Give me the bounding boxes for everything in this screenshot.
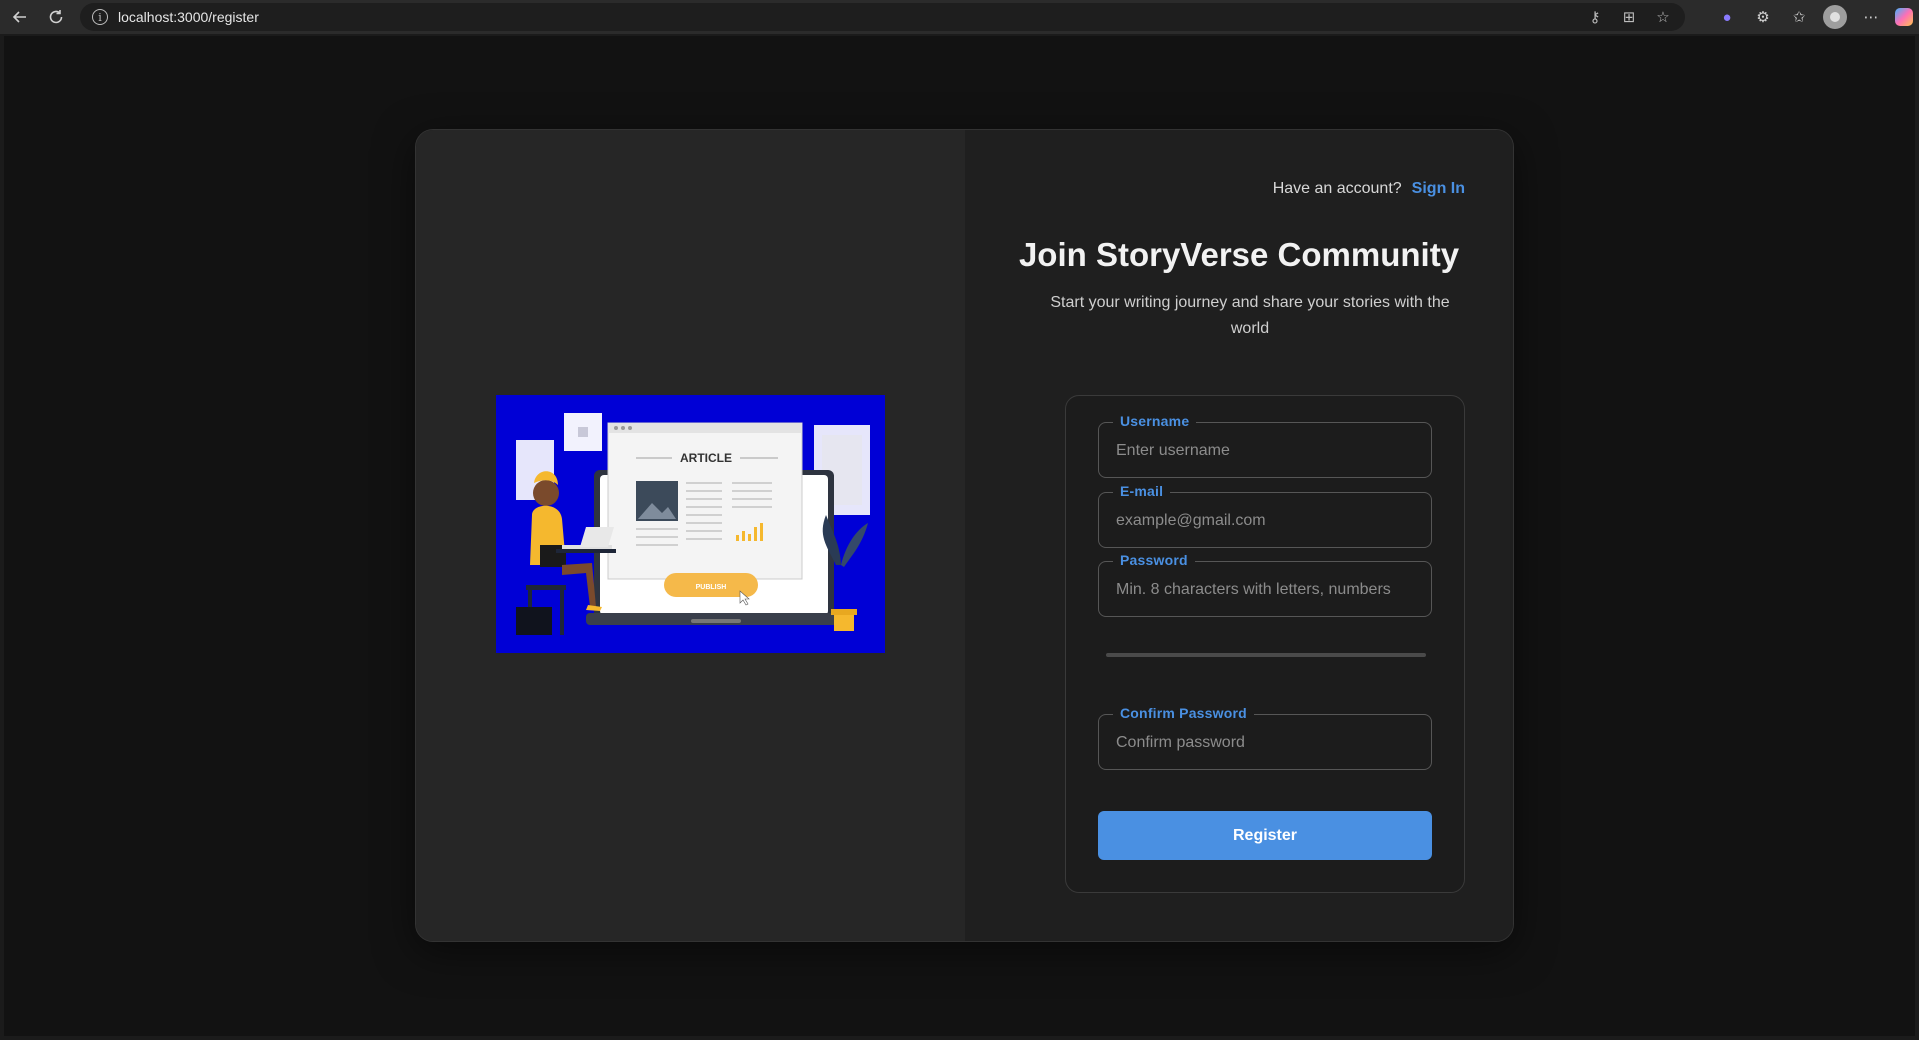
extensions-icon[interactable]: ⚙ [1751,5,1775,29]
arrow-left-icon [12,11,26,23]
username-input[interactable] [1099,423,1431,477]
app-available-icon[interactable]: ⊞ [1619,7,1639,27]
refresh-icon [49,10,63,24]
page-subtitle: Start your writing journey and share you… [1050,294,1450,337]
illustration-pane: ARTICLE PUBLISH [416,130,965,941]
page-body: ARTICLE PUBLISH Have an account? Sign In… [4,36,1915,1036]
password-strength-bar [1106,653,1426,657]
browser-toolbar: i localhost:3000/register ⚷ ⊞ ☆ ● ⚙ ✩ ⋯ [0,0,1919,34]
article-heading-label: ARTICLE [680,451,732,465]
username-field: Username [1098,413,1432,478]
have-account-text: Have an account? [1272,180,1402,197]
favorites-icon[interactable]: ✩ [1787,5,1811,29]
copilot-drop-icon[interactable]: ● [1715,5,1739,29]
url-text: localhost:3000/register [118,9,259,25]
favorite-star-icon[interactable]: ☆ [1653,7,1673,27]
sign-in-link[interactable]: Sign In [1412,180,1465,197]
more-menu-icon[interactable]: ⋯ [1859,5,1883,29]
refresh-button[interactable] [38,2,74,32]
password-field: Password [1098,552,1432,617]
sign-in-prompt: Have an account? Sign In [1273,180,1465,198]
publish-button-label: PUBLISH [696,584,727,591]
form-pane: Have an account? Sign In Join StoryVerse … [965,130,1513,941]
page-title: Join StoryVerse Community [1018,236,1460,273]
publish-article-illustration: ARTICLE PUBLISH [496,395,885,653]
password-input[interactable] [1099,562,1431,616]
confirm-password-field: Confirm Password [1098,705,1432,770]
key-icon[interactable]: ⚷ [1585,7,1605,27]
copilot-icon[interactable] [1895,8,1913,26]
site-info-icon[interactable]: i [92,9,108,25]
address-bar[interactable]: i localhost:3000/register ⚷ ⊞ ☆ [80,3,1685,31]
back-button[interactable] [2,2,38,32]
confirm-password-input[interactable] [1099,715,1431,769]
email-input[interactable] [1099,493,1431,547]
register-button[interactable]: Register [1098,811,1432,860]
email-field: E-mail [1098,483,1432,548]
register-card: ARTICLE PUBLISH Have an account? Sign In… [415,129,1514,942]
register-form: Username E-mail Password Confirm Passwor… [1065,395,1465,893]
profile-avatar-icon[interactable] [1823,5,1847,29]
